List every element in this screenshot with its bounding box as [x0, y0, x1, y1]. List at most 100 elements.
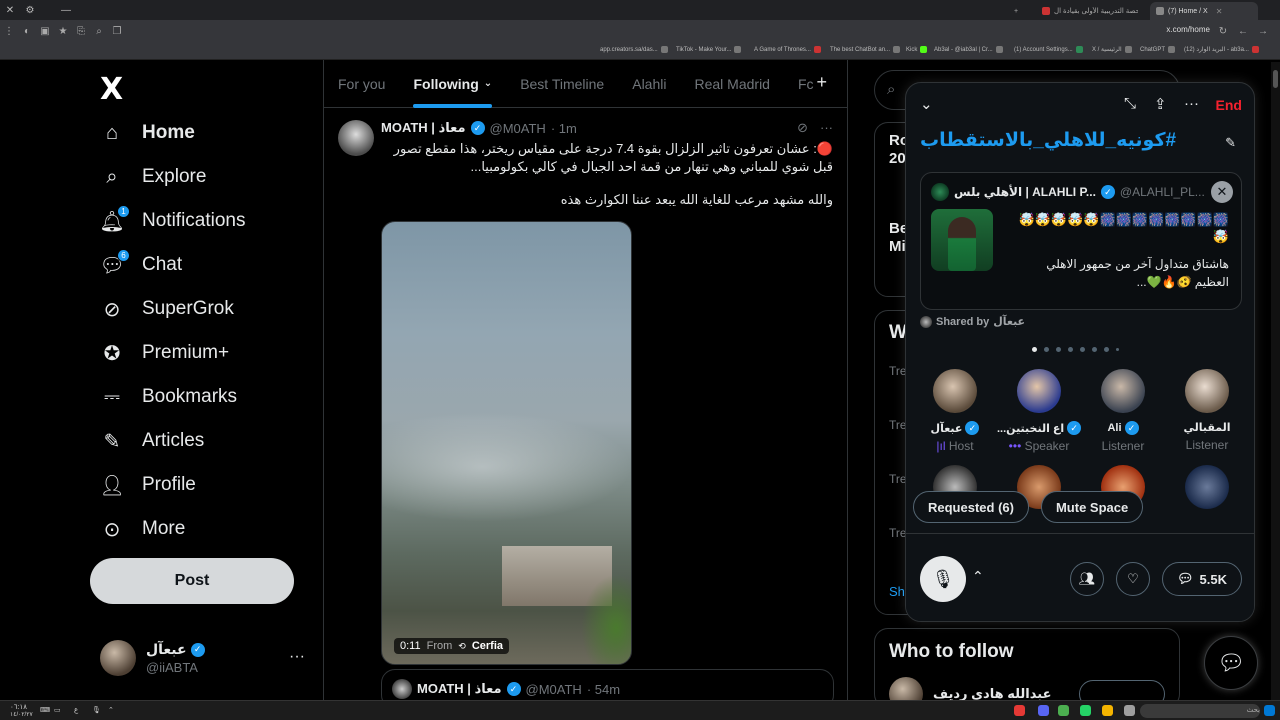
mic-tray-icon[interactable]: 🎙︎	[92, 706, 101, 714]
tray-chevron-icon[interactable]: ⌃	[108, 706, 114, 714]
microphone-icon[interactable]: 🎙︎	[920, 556, 966, 602]
file-explorer-icon[interactable]	[1102, 705, 1113, 716]
x-logo[interactable]: X	[100, 72, 123, 107]
participant-listener[interactable]: المقبالي Listener	[1165, 369, 1249, 452]
url-field[interactable]: x.com/home	[1166, 25, 1210, 34]
share-icon[interactable]: ⎘	[72, 26, 90, 37]
sidebar-item-supergrok[interactable]: ⊘ SuperGrok	[100, 293, 234, 325]
participant-host[interactable]: عبعآل ✓ |ıl Host	[913, 369, 997, 453]
sidebar-item-chat[interactable]: 💬︎ 6 Chat	[99, 249, 182, 281]
chevron-up-icon[interactable]: ⌃	[972, 568, 984, 585]
bookmark-item[interactable]: Kick	[906, 46, 928, 53]
tab-for-you[interactable]: For you	[324, 60, 399, 108]
store-icon[interactable]	[1124, 705, 1135, 716]
back-icon[interactable]: ←	[1234, 26, 1252, 37]
forward-icon[interactable]: →	[1254, 26, 1272, 37]
bookmark-item[interactable]: X / الرئيسية	[1092, 46, 1132, 53]
avatar[interactable]	[1185, 465, 1229, 509]
date[interactable]: ١٤/٠٢/٢٧	[10, 711, 33, 718]
more-icon[interactable]: ···	[820, 120, 833, 136]
whatsapp-icon[interactable]	[1080, 705, 1091, 716]
app-icon[interactable]	[1014, 705, 1025, 716]
minimize-dock-icon[interactable]: ⤡	[1124, 95, 1136, 112]
display-icon[interactable]: ▭	[54, 706, 61, 714]
participant-listener[interactable]: Ali ✓ Listener	[1081, 369, 1165, 453]
windows-start-icon[interactable]	[1264, 705, 1275, 716]
copy-icon[interactable]: ❐	[108, 26, 126, 37]
bookmark-item[interactable]: The best ChatBot an...	[830, 46, 901, 53]
bookmark-item[interactable]: (12) البريد الوارد - ab3a...	[1184, 46, 1259, 53]
profile-icon[interactable]: ◐	[18, 26, 36, 37]
tweet-author-name[interactable]: MOATH | معاذ	[381, 120, 466, 136]
trend-fragment[interactable]: Tre	[889, 364, 907, 378]
tweet-time[interactable]: · 1m	[551, 121, 577, 136]
more-icon[interactable]: ···	[1184, 95, 1199, 112]
chrome-icon[interactable]	[1058, 705, 1069, 716]
mute-space-button[interactable]: Mute Space	[1040, 491, 1144, 523]
new-tab-button[interactable]: +	[1008, 2, 1024, 20]
clock[interactable]: ٠٦:١٨	[10, 703, 27, 711]
add-tab-icon[interactable]: +	[816, 72, 827, 93]
close-window-icon[interactable]: ✕	[0, 0, 20, 20]
grok-icon[interactable]: ⊘	[797, 120, 808, 136]
participants-icon[interactable]: 👥︎	[1070, 562, 1104, 596]
tab-best-timeline[interactable]: Best Timeline	[506, 60, 618, 108]
trend-fragment[interactable]: Tre	[889, 472, 907, 486]
trend-fragment[interactable]: 20	[889, 150, 906, 167]
reload-icon[interactable]: ↻	[1214, 26, 1232, 37]
bookmark-item[interactable]: A Game of Thrones...	[754, 46, 821, 53]
tweet-author-handle[interactable]: @M0ATH	[490, 121, 546, 136]
react-heart-icon[interactable]: ♡	[1116, 562, 1150, 596]
tab-real-madrid[interactable]: Real Madrid	[680, 60, 783, 108]
close-icon[interactable]: ✕	[1211, 181, 1233, 203]
scrollbar[interactable]	[1271, 62, 1280, 700]
edit-icon[interactable]: ✎	[1225, 135, 1236, 151]
extension-icon[interactable]: ▣	[36, 26, 54, 37]
taskbar-search[interactable]: بحث	[1140, 704, 1260, 718]
zoom-icon[interactable]: ⌕	[90, 26, 108, 37]
requested-button[interactable]: Requested (6)	[913, 491, 1029, 523]
more-menu-icon[interactable]: ⋮	[0, 26, 18, 37]
sidebar-item-premium[interactable]: ✪ Premium+	[100, 337, 230, 369]
trend-fragment[interactable]: Mi	[889, 238, 906, 255]
avatar[interactable]	[338, 120, 374, 156]
minimize-icon[interactable]: —	[56, 0, 76, 20]
share-icon[interactable]: ⇪	[1154, 95, 1167, 113]
participant-speaker[interactable]: ...اع النخبتين ✓ ••• Speaker	[997, 369, 1081, 453]
collapse-chevron-icon[interactable]: ⌄	[920, 95, 933, 113]
trend-fragment[interactable]: Tre	[889, 526, 907, 540]
show-more-link[interactable]: Sh	[889, 584, 905, 599]
tab-following[interactable]: Following ⌄	[399, 60, 506, 108]
bookmark-item[interactable]: (1) Account Settings...	[1014, 46, 1083, 53]
close-tab-icon[interactable]: ✕	[1216, 7, 1223, 16]
end-space-button[interactable]: End	[1216, 97, 1242, 113]
tab-alahli[interactable]: Alahli	[618, 60, 680, 108]
browser-tab-active[interactable]: (7) Home / X ✕	[1150, 2, 1258, 20]
bookmark-item[interactable]: Ab3al - @iab3al | Cr...	[934, 46, 1003, 53]
tweet-video[interactable]: 0:11 From ⟲ Cerfia	[381, 221, 632, 665]
sidebar-item-notifications[interactable]: 🔔︎ 1 Notifications	[99, 205, 246, 237]
pinned-post[interactable]: الأهلي بلس | ALAHLI P... ✓ @ALAHLI_PL...…	[920, 172, 1242, 310]
discord-icon[interactable]	[1038, 705, 1049, 716]
sidebar-item-profile[interactable]: 👤︎ Profile	[99, 469, 196, 501]
bookmark-item[interactable]: TikTok - Make Your...	[676, 46, 742, 53]
sidebar-item-explore[interactable]: ⌕ Explore	[100, 161, 206, 193]
sidebar-item-home[interactable]: ⌂ Home	[100, 117, 195, 149]
post-button[interactable]: Post	[90, 558, 294, 604]
bookmark-item[interactable]: ChatGPT	[1140, 46, 1176, 53]
star-icon[interactable]: ★	[54, 26, 72, 37]
sidebar-item-more[interactable]: ⊙ More	[100, 513, 186, 545]
sidebar-item-bookmarks[interactable]: ⎓ Bookmarks	[100, 381, 237, 413]
comments-button[interactable]: 💬︎ 5.5K	[1162, 562, 1242, 596]
account-menu-icon[interactable]: ···	[289, 648, 305, 666]
messages-fab-icon[interactable]: 💬︎	[1204, 636, 1258, 690]
account-switcher[interactable]: عبعآل ✓ @iiABTA ···	[100, 638, 310, 678]
notification-icon[interactable]: ⌨	[40, 706, 50, 714]
sidebar-item-articles[interactable]: ✎ Articles	[100, 425, 205, 457]
tweet[interactable]: MOATH | معاذ ✓ @M0ATH · 1m ⊘ ··· 🔴: عشان…	[324, 108, 847, 220]
language-indicator[interactable]: ع	[74, 706, 78, 714]
browser-tab[interactable]: الحصة التدريبية الأولى بقيادة ال...	[1036, 2, 1144, 20]
settings-icon[interactable]: ⚙	[20, 0, 40, 20]
bookmark-item[interactable]: app.creators.sa/das...	[600, 46, 668, 53]
pinned-pagination[interactable]	[1032, 347, 1119, 352]
